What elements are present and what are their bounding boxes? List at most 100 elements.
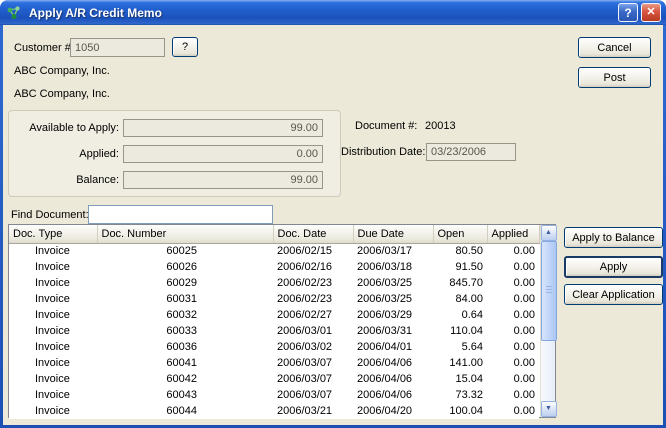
customer-name-line1: ABC Company, Inc. [14,65,110,77]
distribution-date-label: Distribution Date: [341,146,425,158]
cell-doc-number: 60032 [97,307,273,323]
cancel-button[interactable]: Cancel [578,37,651,58]
column-header-due-date[interactable]: Due Date [353,225,433,243]
cell-open: 141.00 [433,355,487,371]
table-row[interactable]: Invoice600442006/03/212006/04/20100.040.… [9,403,539,419]
cell-doc-type: Invoice [9,259,97,275]
cell-open: 73.32 [433,387,487,403]
table-row[interactable]: Invoice600432006/03/072006/04/0673.320.0… [9,387,539,403]
apply-button[interactable]: Apply [564,256,663,278]
cell-doc-date: 2006/03/01 [273,323,353,339]
scroll-down-icon[interactable]: ▼ [541,401,557,417]
app-icon [6,5,22,21]
cell-open: 91.50 [433,259,487,275]
table-row[interactable]: Invoice600292006/02/232006/03/25845.700.… [9,275,539,291]
titlebar[interactable]: Apply A/R Credit Memo ? ✕ [0,0,666,25]
table-row[interactable]: Invoice600362006/03/022006/04/015.640.00 [9,339,539,355]
document-number-label: Document #: [355,120,417,132]
cell-due-date: 2006/04/06 [353,371,433,387]
cell-doc-number: 60029 [97,275,273,291]
cell-doc-type: Invoice [9,403,97,419]
table-row[interactable]: Invoice600322006/02/272006/03/290.640.00 [9,307,539,323]
cell-due-date: 2006/03/25 [353,291,433,307]
cell-doc-type: Invoice [9,307,97,323]
cell-applied: 0.00 [487,323,539,339]
cell-applied: 0.00 [487,275,539,291]
cell-due-date: 2006/04/20 [353,403,433,419]
cell-doc-date: 2006/03/07 [273,355,353,371]
amounts-group-box: Available to Apply: Applied: Balance: [8,110,341,197]
cell-due-date: 2006/03/25 [353,275,433,291]
cell-doc-type: Invoice [9,243,97,259]
table-row[interactable]: Invoice600422006/03/072006/04/0615.040.0… [9,371,539,387]
distribution-date-input[interactable] [426,143,516,161]
cell-doc-number: 60044 [97,403,273,419]
applied-input[interactable] [123,145,323,163]
cell-applied: 0.00 [487,371,539,387]
column-header-open[interactable]: Open [433,225,487,243]
document-table: Doc. Type Doc. Number Doc. Date Due Date… [8,224,556,418]
customer-label: Customer #: [14,42,74,54]
cell-doc-date: 2006/02/23 [273,275,353,291]
table-row[interactable]: Invoice600312006/02/232006/03/2584.000.0… [9,291,539,307]
cell-doc-number: 60026 [97,259,273,275]
customer-input[interactable] [70,38,165,57]
document-number-value: 20013 [425,120,456,132]
cell-doc-number: 60042 [97,371,273,387]
balance-input[interactable] [123,171,323,189]
column-header-doc-date[interactable]: Doc. Date [273,225,353,243]
cell-applied: 0.00 [487,387,539,403]
cell-doc-date: 2006/03/07 [273,387,353,403]
cell-doc-date: 2006/03/02 [273,339,353,355]
clear-application-button[interactable]: Clear Application [564,284,663,305]
scroll-up-icon[interactable]: ▲ [541,225,557,241]
column-header-applied[interactable]: Applied [487,225,539,243]
cell-doc-type: Invoice [9,275,97,291]
close-icon[interactable]: ✕ [641,3,661,22]
cell-open: 845.70 [433,275,487,291]
titlebar-help-button[interactable]: ? [618,3,638,22]
cell-open: 110.04 [433,323,487,339]
cell-open: 5.64 [433,339,487,355]
column-header-doc-type[interactable]: Doc. Type [9,225,97,243]
cell-applied: 0.00 [487,307,539,323]
cell-doc-type: Invoice [9,323,97,339]
cell-open: 15.04 [433,371,487,387]
apply-to-balance-button[interactable]: Apply to Balance [564,227,663,248]
table-row[interactable]: Invoice600412006/03/072006/04/06141.000.… [9,355,539,371]
column-header-doc-number[interactable]: Doc. Number [97,225,273,243]
cell-doc-type: Invoice [9,387,97,403]
cell-doc-date: 2006/03/21 [273,403,353,419]
post-button[interactable]: Post [578,67,651,88]
table-row[interactable]: Invoice600332006/03/012006/03/31110.040.… [9,323,539,339]
table-row[interactable]: Invoice600262006/02/162006/03/1891.500.0… [9,259,539,275]
cell-doc-number: 60033 [97,323,273,339]
cell-doc-number: 60025 [97,243,273,259]
cell-due-date: 2006/04/01 [353,339,433,355]
cell-doc-type: Invoice [9,355,97,371]
find-document-label: Find Document: [11,209,89,221]
cell-doc-type: Invoice [9,291,97,307]
cell-doc-number: 60041 [97,355,273,371]
cell-open: 84.00 [433,291,487,307]
table-header-row: Doc. Type Doc. Number Doc. Date Due Date… [9,225,539,243]
apply-credit-memo-window: Apply A/R Credit Memo ? ✕ Customer #: ? … [0,0,666,428]
scrollbar-thumb[interactable] [541,241,557,341]
table-row[interactable]: Invoice600252006/02/152006/03/1780.500.0… [9,243,539,259]
cell-doc-number: 60031 [97,291,273,307]
cell-applied: 0.00 [487,291,539,307]
table-scrollbar[interactable]: ▲ ▼ [540,225,556,417]
available-to-apply-input[interactable] [123,119,323,137]
window-title: Apply A/R Credit Memo [27,6,162,20]
cell-applied: 0.00 [487,403,539,419]
cell-doc-date: 2006/02/16 [273,259,353,275]
document-table-body: Invoice600252006/02/152006/03/1780.500.0… [9,243,539,419]
cell-applied: 0.00 [487,339,539,355]
cell-doc-date: 2006/02/15 [273,243,353,259]
customer-name-line2: ABC Company, Inc. [14,88,110,100]
cell-applied: 0.00 [487,243,539,259]
cell-open: 80.50 [433,243,487,259]
customer-lookup-button[interactable]: ? [172,37,198,57]
find-document-input[interactable] [88,205,273,224]
balance-label: Balance: [13,174,119,186]
